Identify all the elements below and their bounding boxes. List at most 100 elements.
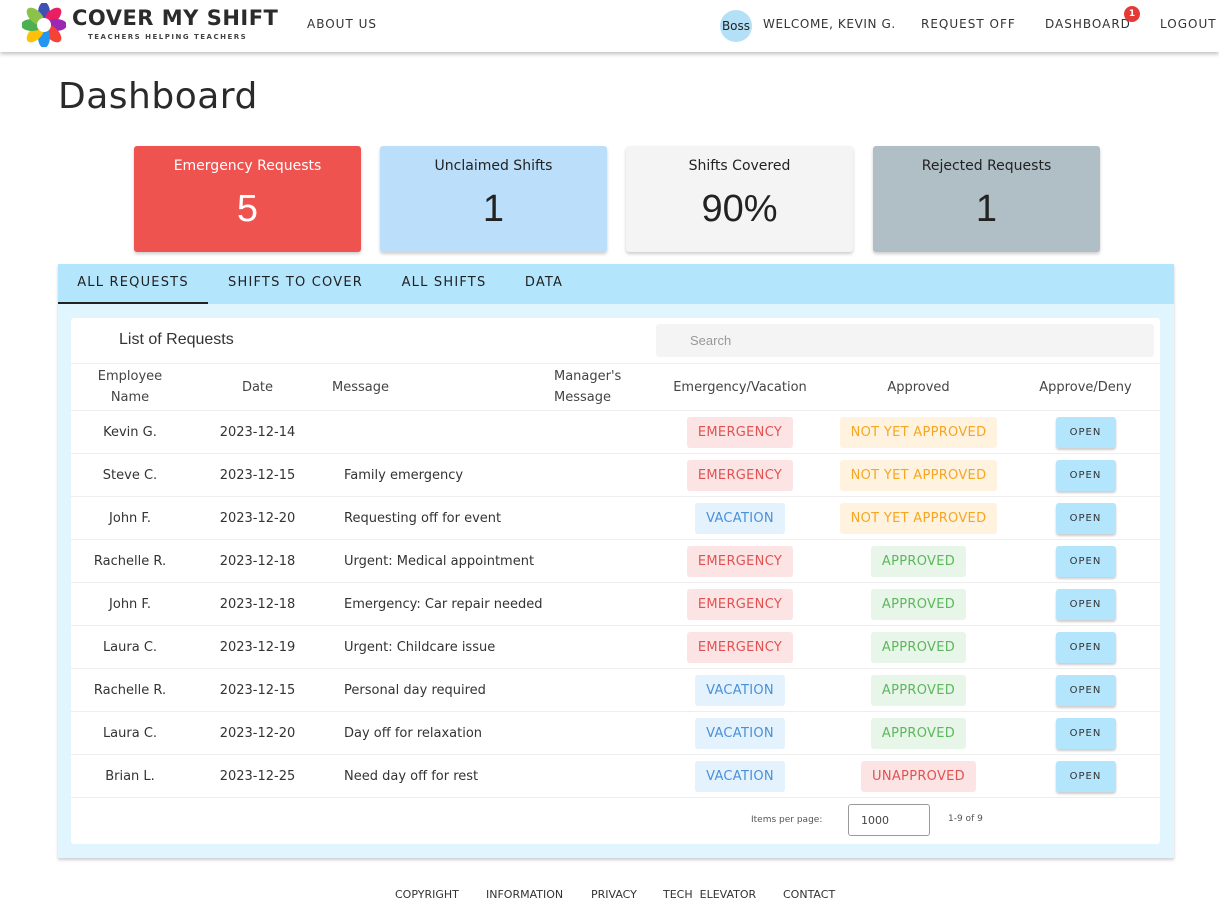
open-request-button[interactable]: OPEN xyxy=(1055,459,1116,491)
approval-status-chip: APPROVED xyxy=(870,674,967,706)
request-message: Requesting off for event xyxy=(326,496,554,540)
approval-status-chip: APPROVED xyxy=(870,717,967,749)
col-emergency-vacation[interactable]: Emergency/Vacation xyxy=(654,363,826,411)
items-per-page-label: Items per page: xyxy=(751,815,823,825)
stat-value: 5 xyxy=(236,188,259,230)
request-message: Urgent: Medical appointment xyxy=(326,539,554,583)
table-row: John F. 2023-12-18 Emergency: Car repair n… xyxy=(71,582,1160,626)
nav-about-us[interactable]: ABOUT US xyxy=(307,17,377,31)
request-type-chip: EMERGENCY xyxy=(686,459,794,491)
top-navbar: COVER MY SHIFT TEACHERS HELPING TEACHERS… xyxy=(0,0,1219,52)
request-date: 2023-12-15 xyxy=(189,668,326,712)
pagination: Items per page: 1-9 of 9 xyxy=(71,798,1160,844)
user-avatar[interactable]: Boss xyxy=(720,10,752,42)
approval-status-chip: APPROVED xyxy=(870,588,967,620)
table-row: Steve C. 2023-12-15 Family emergency EMERGE… xyxy=(71,453,1160,497)
tab-bar: ALL REQUESTS SHIFTS TO COVER ALL SHIFTS … xyxy=(58,264,1174,304)
col-employee-name[interactable]: Employee Name xyxy=(71,363,189,411)
footer-privacy[interactable]: PRIVACY xyxy=(591,888,637,901)
manager-message xyxy=(554,668,654,712)
stat-label: Unclaimed Shifts xyxy=(434,158,553,174)
open-request-button[interactable]: OPEN xyxy=(1055,416,1116,448)
request-type-chip: EMERGENCY xyxy=(686,545,794,577)
manager-message xyxy=(554,711,654,755)
stat-card-rejected-requests: Rejected Requests 1 xyxy=(873,146,1100,252)
request-message: Need day off for rest xyxy=(326,754,554,798)
open-request-button[interactable]: OPEN xyxy=(1055,502,1116,534)
approval-status-chip: NOT YET APPROVED xyxy=(839,416,998,448)
request-type-chip: VACATION xyxy=(695,674,785,706)
footer-contact[interactable]: CONTACT xyxy=(783,888,835,901)
footer-copyright[interactable]: COPYRIGHT xyxy=(395,888,459,901)
col-approved[interactable]: Approved xyxy=(826,363,1011,411)
requests-table: Employee Name Date Message Manager's Messa… xyxy=(71,363,1160,798)
tab-shifts-to-cover[interactable]: SHIFTS TO COVER xyxy=(208,264,383,304)
stat-label: Emergency Requests xyxy=(173,158,322,174)
col-manager-message[interactable]: Manager's Message xyxy=(554,363,654,411)
request-date: 2023-12-18 xyxy=(189,582,326,626)
brand-tagline: TEACHERS HELPING TEACHERS xyxy=(88,33,248,41)
open-request-button[interactable]: OPEN xyxy=(1055,717,1116,749)
table-row: Rachelle R. 2023-12-18 Urgent: Medical app… xyxy=(71,539,1160,583)
request-type-chip: EMERGENCY xyxy=(686,631,794,663)
open-request-button[interactable]: OPEN xyxy=(1055,631,1116,663)
requests-card: List of Requests EmployeeName Date Messa… xyxy=(71,318,1160,844)
employee-name: Rachelle R. xyxy=(71,539,189,583)
request-message: Personal day required xyxy=(326,668,554,712)
stat-card-unclaimed-shifts: Unclaimed Shifts 1 xyxy=(380,146,607,252)
open-request-button[interactable]: OPEN xyxy=(1055,760,1116,792)
request-type-chip: VACATION xyxy=(695,502,785,534)
request-type-chip: VACATION xyxy=(695,760,785,792)
table-row: Kevin G. 2023-12-14 EMERGENCY NOT YET APPRO… xyxy=(71,410,1160,454)
nav-logout[interactable]: LOGOUT xyxy=(1160,17,1217,31)
approval-status-chip: UNAPPROVED xyxy=(861,760,976,792)
notification-badge: 1 xyxy=(1124,6,1140,22)
col-date[interactable]: Date xyxy=(189,363,326,411)
request-type-chip: VACATION xyxy=(695,717,785,749)
page-title: Dashboard xyxy=(58,76,258,117)
employee-name: John F. xyxy=(71,582,189,626)
tab-data[interactable]: DATA xyxy=(505,264,583,304)
employee-name: Steve C. xyxy=(71,453,189,497)
request-message xyxy=(326,410,554,454)
table-header-row: Employee Name Date Message Manager's Messa… xyxy=(71,363,1160,411)
stat-card-emergency-requests: Emergency Requests 5 xyxy=(134,146,361,252)
hands-circle-logo-icon[interactable] xyxy=(22,3,66,47)
search-input[interactable] xyxy=(656,324,1154,357)
manager-message xyxy=(554,539,654,583)
table-row: Rachelle R. 2023-12-15 Personal day requir… xyxy=(71,668,1160,712)
open-request-button[interactable]: OPEN xyxy=(1055,545,1116,577)
brand-title[interactable]: COVER MY SHIFT xyxy=(72,6,278,30)
request-type-chip: EMERGENCY xyxy=(686,588,794,620)
open-request-button[interactable]: OPEN xyxy=(1055,588,1116,620)
manager-message xyxy=(554,582,654,626)
stat-value: 1 xyxy=(975,188,998,230)
stat-label: Shifts Covered xyxy=(688,158,791,174)
stat-value: 1 xyxy=(482,188,505,230)
employee-name: Laura C. xyxy=(71,625,189,669)
tab-all-requests[interactable]: ALL REQUESTS xyxy=(58,264,208,304)
items-per-page-input[interactable] xyxy=(848,804,930,836)
footer-information[interactable]: INFORMATION xyxy=(486,888,563,901)
list-title: List of Requests xyxy=(119,331,234,348)
manager-message xyxy=(554,754,654,798)
table-row: Laura C. 2023-12-20 Day off for relaxation… xyxy=(71,711,1160,755)
request-date: 2023-12-20 xyxy=(189,496,326,540)
request-message: Day off for relaxation xyxy=(326,711,554,755)
tab-all-shifts[interactable]: ALL SHIFTS xyxy=(383,264,505,304)
employee-name: John F. xyxy=(71,496,189,540)
request-message: Family emergency xyxy=(326,453,554,497)
nav-dashboard[interactable]: DASHBOARD xyxy=(1045,17,1131,31)
nav-request-off[interactable]: REQUEST OFF xyxy=(921,17,1016,31)
request-message: Urgent: Childcare issue xyxy=(326,625,554,669)
footer-tech-elevator[interactable]: TECH ELEVATOR xyxy=(663,888,756,901)
employee-name: Brian L. xyxy=(71,754,189,798)
approval-status-chip: APPROVED xyxy=(870,631,967,663)
approval-status-chip: NOT YET APPROVED xyxy=(839,459,998,491)
col-message[interactable]: Message xyxy=(326,363,554,411)
page-range: 1-9 of 9 xyxy=(948,814,983,824)
manager-message xyxy=(554,410,654,454)
open-request-button[interactable]: OPEN xyxy=(1055,674,1116,706)
col-approve-deny[interactable]: Approve/Deny xyxy=(1011,363,1160,411)
approval-status-chip: NOT YET APPROVED xyxy=(839,502,998,534)
